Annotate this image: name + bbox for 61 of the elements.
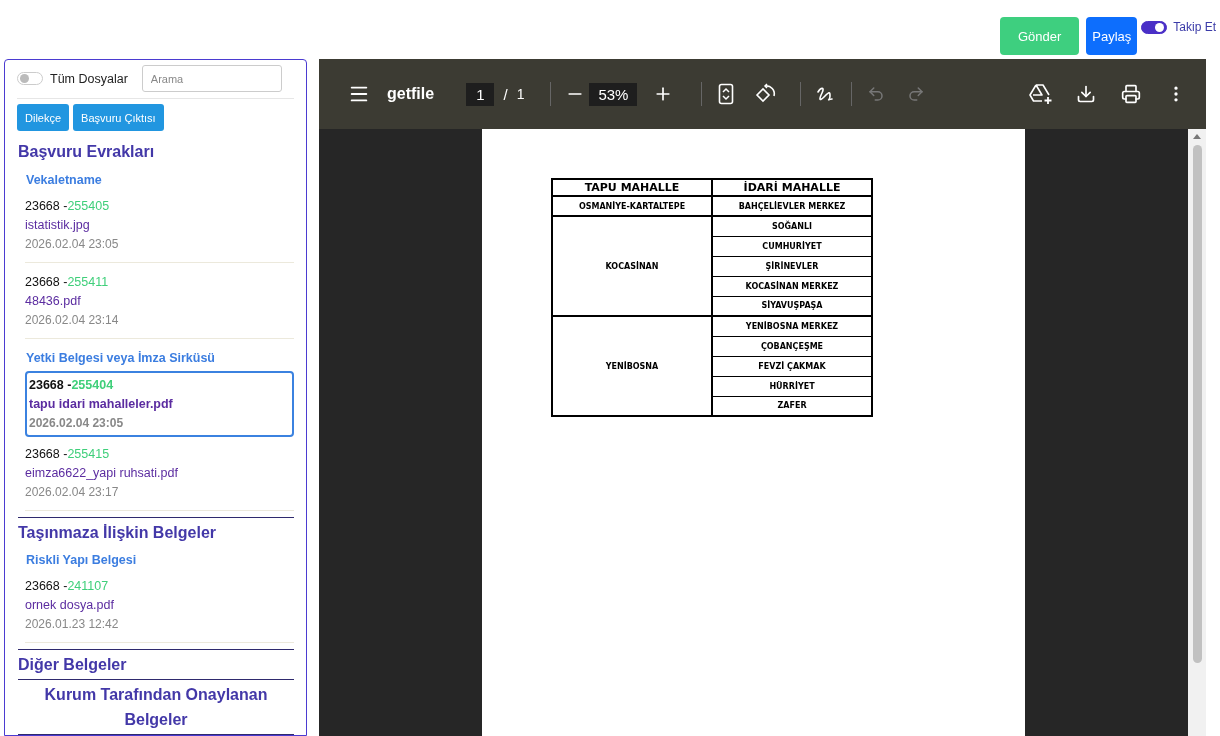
table-cell: YENİBOSNA MERKEZ <box>712 316 872 336</box>
table-cell: KOCASİNAN <box>552 216 712 316</box>
follow-toggle[interactable] <box>1141 20 1168 34</box>
document-title: getfile <box>387 85 435 103</box>
table-cell: CUMHURİYET <box>712 236 872 256</box>
selected-file-item[interactable]: 23668 -255404 tapu idari mahalleler.pdf 2026.02.04 23:05 <box>25 371 294 437</box>
table-cell: SOĞANLI <box>712 216 872 236</box>
page-number-field[interactable]: 1 <box>466 82 495 106</box>
group-title: Yetki Belgesi veya İmza Sirküsü <box>25 350 216 367</box>
table-cell: SİYAVUŞPAŞA <box>712 296 872 316</box>
table-cell: KOCASİNAN MERKEZ <box>712 276 872 296</box>
file-id: 255405 <box>67 199 110 213</box>
file-date: 2026.01.23 12:42 <box>25 617 119 631</box>
file-name[interactable]: ornek dosya.pdf <box>25 598 114 612</box>
file-id: 255415 <box>67 447 110 461</box>
table-cell: ZAFER <box>712 396 872 416</box>
print-icon[interactable] <box>1119 82 1143 106</box>
scrollbar-thumb[interactable] <box>1192 145 1202 663</box>
file-date: 2026.02.04 23:05 <box>29 416 124 430</box>
share-button[interactable]: Paylaş <box>1086 17 1138 55</box>
file-id: 241107 <box>67 579 109 593</box>
page-total: 1 <box>516 86 525 102</box>
table-cell: YENİBOSNA <box>552 316 712 416</box>
fit-page-icon[interactable] <box>718 83 735 105</box>
file-code: 23668 - <box>29 378 72 392</box>
scroll-up-icon[interactable] <box>1192 133 1202 140</box>
section-title: Taşınmaza İlişkin Belgeler <box>18 517 294 547</box>
file-code: 23668 - <box>25 275 68 289</box>
page-separator: / <box>503 85 508 103</box>
file-id: 255404 <box>71 378 114 392</box>
file-name[interactable]: tapu idari mahalleler.pdf <box>29 397 173 411</box>
file-date: 2026.02.04 23:05 <box>25 237 119 251</box>
file-id: 255411 <box>67 275 109 289</box>
table-cell: FEVZİ ÇAKMAK <box>712 356 872 376</box>
zoom-field[interactable]: 53% <box>589 82 638 106</box>
group-title: Riskli Yapı Belgesi <box>25 552 138 569</box>
table-cell: ŞİRİNEVLER <box>712 256 872 276</box>
table-cell: HÜRRİYET <box>712 376 872 396</box>
table-cell: BAHÇELİEVLER MERKEZ <box>712 196 872 216</box>
file-name[interactable]: 48436.pdf <box>25 294 81 308</box>
table-header: TAPU MAHALLE <box>552 179 712 196</box>
section-title: Kurum Tarafından Onaylanan Belgeler <box>18 679 294 735</box>
file-code: 23668 - <box>25 199 68 213</box>
section-title: Diğer Belgeler <box>18 649 294 679</box>
drive-add-icon[interactable] <box>1029 83 1053 105</box>
rotate-icon[interactable] <box>755 83 778 105</box>
file-name[interactable]: eimza6622_yapi ruhsati.pdf <box>25 466 178 480</box>
file-code: 23668 - <box>25 447 68 461</box>
group-title: Vekaletname <box>25 172 103 189</box>
file-name[interactable]: istatistik.jpg <box>25 218 90 232</box>
section-title: Başvuru Evrakları <box>18 142 156 162</box>
all-files-toggle[interactable] <box>17 72 43 85</box>
file-date: 2026.02.04 23:14 <box>25 313 119 327</box>
search-field[interactable]: Arama <box>141 65 282 92</box>
file-code: 23668 - <box>25 579 68 593</box>
table-cell: OSMANİYE-KARTALTEPE <box>552 196 712 216</box>
file-date: 2026.02.04 23:17 <box>25 485 119 499</box>
follow-label: Takip Et <box>1173 20 1216 34</box>
table-header: İDARİ MAHALLE <box>712 179 872 196</box>
all-files-label: Tüm Dosyalar <box>50 71 128 86</box>
table-cell: ÇOBANÇEŞME <box>712 336 872 356</box>
